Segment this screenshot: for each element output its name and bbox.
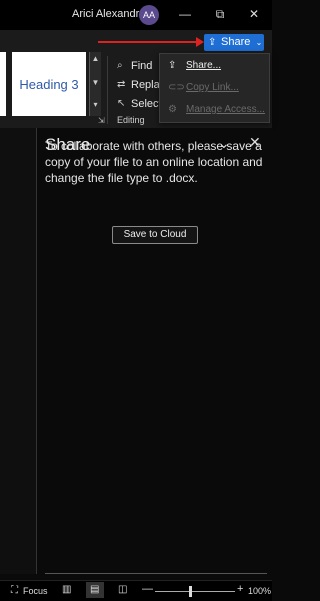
select-icon: ↖ [117, 98, 126, 109]
minimize-icon[interactable]: — [177, 6, 193, 22]
gallery-more-icon[interactable]: ▾ [90, 100, 101, 109]
styles-launcher-icon[interactable]: ⇲ [98, 116, 105, 125]
menu-item-label: Manage Access... [186, 104, 265, 115]
print-layout-icon[interactable]: ▤ [90, 584, 99, 595]
menu-item-label: Share... [186, 60, 222, 71]
read-mode-icon[interactable]: ▥ [62, 584, 71, 595]
select-button[interactable]: Select [131, 98, 162, 110]
web-layout-icon[interactable]: ◫ [118, 584, 127, 595]
style-gallery-label: Heading 3 [19, 77, 79, 92]
gear-icon: ⚙ [168, 104, 177, 115]
user-name: Arici Alexandra [72, 8, 146, 20]
zoom-percent[interactable]: 100% [248, 586, 271, 596]
share-pane [36, 128, 273, 574]
gallery-up-icon[interactable]: ▲ [90, 54, 101, 63]
link-icon: ⊂⊃ [168, 82, 185, 93]
menu-item-share[interactable]: ⇪ Share... [160, 56, 269, 77]
ribbon-separator [107, 56, 108, 124]
zoom-out-button[interactable]: — [142, 583, 153, 595]
find-icon: ⌕ [117, 60, 123, 71]
focus-button[interactable]: Focus [23, 586, 48, 596]
save-to-cloud-button[interactable]: Save to Cloud [112, 226, 198, 244]
share-icon: ⇪ [208, 37, 217, 48]
style-gallery-scroll[interactable]: ▲ ▼ ▾ [89, 52, 101, 116]
style-gallery-item-prev[interactable] [0, 52, 6, 116]
share-button-label: Share [221, 36, 251, 48]
zoom-slider-thumb[interactable] [189, 586, 192, 597]
pane-scrollbar[interactable] [45, 573, 267, 574]
zoom-in-button[interactable]: + [237, 583, 243, 595]
replace-icon: ⇄ [117, 79, 126, 90]
share-button[interactable]: ⇪ Share ⌄ [204, 34, 264, 51]
annotation-arrow-head [196, 37, 204, 47]
zoom-slider[interactable] [155, 591, 235, 592]
focus-icon[interactable]: ⛶ [11, 585, 18, 596]
share-dropdown-caret-icon[interactable]: ⌄ [254, 34, 264, 51]
editing-group-label: Editing [117, 115, 145, 125]
pane-message: To collaborate with others, please save … [45, 139, 263, 185]
gallery-down-icon[interactable]: ▼ [90, 78, 101, 87]
close-window-icon[interactable]: ✕ [246, 6, 262, 22]
menu-item-copy-link[interactable]: ⊂⊃ Copy Link... [160, 78, 269, 99]
restore-icon[interactable]: ⧉ [212, 6, 228, 22]
annotation-arrow-line [98, 41, 198, 43]
share-menu: ⇪ Share... ⊂⊃ Copy Link... ⚙ Manage Acce… [159, 53, 270, 123]
menu-item-label: Copy Link... [186, 82, 239, 93]
document-area[interactable] [0, 128, 36, 574]
user-avatar[interactable]: AA [139, 5, 159, 25]
find-button[interactable]: Find [131, 60, 152, 72]
share-icon: ⇪ [168, 60, 177, 71]
menu-item-manage-access[interactable]: ⚙ Manage Access... [160, 100, 269, 121]
